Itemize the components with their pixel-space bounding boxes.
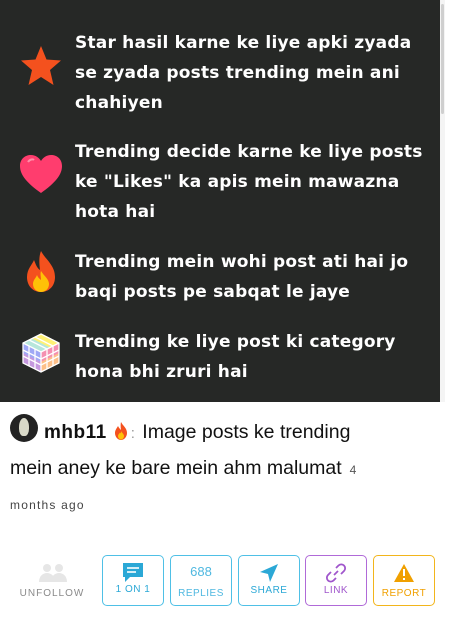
warning-icon xyxy=(394,564,414,582)
post-age-text: months ago xyxy=(10,498,85,512)
scrollbar-thumb[interactable] xyxy=(441,4,444,114)
tip-text: Trending mein wohi post ati hai jo baqi … xyxy=(75,252,409,302)
tip-text: Trending ke liye post ki category hona b… xyxy=(75,332,396,382)
link-button[interactable]: LINK xyxy=(305,555,367,606)
share-icon xyxy=(260,564,278,582)
tip-text: Star hasil karne ke liye apki zyada se z… xyxy=(75,33,412,113)
avatar[interactable] xyxy=(10,414,38,442)
separator: : xyxy=(130,425,135,442)
unfollow-button[interactable]: UNFOLLOW xyxy=(14,560,90,608)
chat-icon xyxy=(123,563,143,582)
users-icon xyxy=(39,564,67,582)
report-button[interactable]: REPORT xyxy=(373,555,435,606)
post-title-line2[interactable]: mein aney ke bare mein ahm malumat xyxy=(10,457,342,479)
replies-button[interactable]: 688 REPLIES xyxy=(170,555,232,606)
share-button[interactable]: SHARE xyxy=(238,555,300,606)
star-icon xyxy=(21,46,61,85)
share-label: SHARE xyxy=(250,585,288,596)
unfollow-label: UNFOLLOW xyxy=(19,588,85,599)
cube-icon xyxy=(22,333,60,373)
post-header: mhb11 : Image posts ke trending mein ane… xyxy=(10,414,430,487)
post-title-line1[interactable]: Image posts ke trending xyxy=(142,421,350,443)
username[interactable]: mhb11 xyxy=(44,422,107,443)
scrollbar[interactable] xyxy=(440,0,445,402)
tip-text: Trending decide karne ke liye posts ke "… xyxy=(75,142,423,222)
replies-count: 688 xyxy=(190,564,212,579)
replies-label: REPLIES xyxy=(178,588,224,599)
info-card: Star hasil karne ke liye apki zyada se z… xyxy=(0,0,445,402)
fire-badge-icon xyxy=(114,422,127,440)
one-on-one-button[interactable]: 1 ON 1 xyxy=(102,555,164,606)
heart-icon xyxy=(20,155,62,193)
post-age-number: 4 xyxy=(349,463,357,477)
report-label: REPORT xyxy=(381,588,427,599)
link-icon xyxy=(325,563,347,583)
fire-icon xyxy=(27,251,55,292)
one-on-one-label: 1 ON 1 xyxy=(115,584,151,595)
link-label: LINK xyxy=(323,585,349,596)
